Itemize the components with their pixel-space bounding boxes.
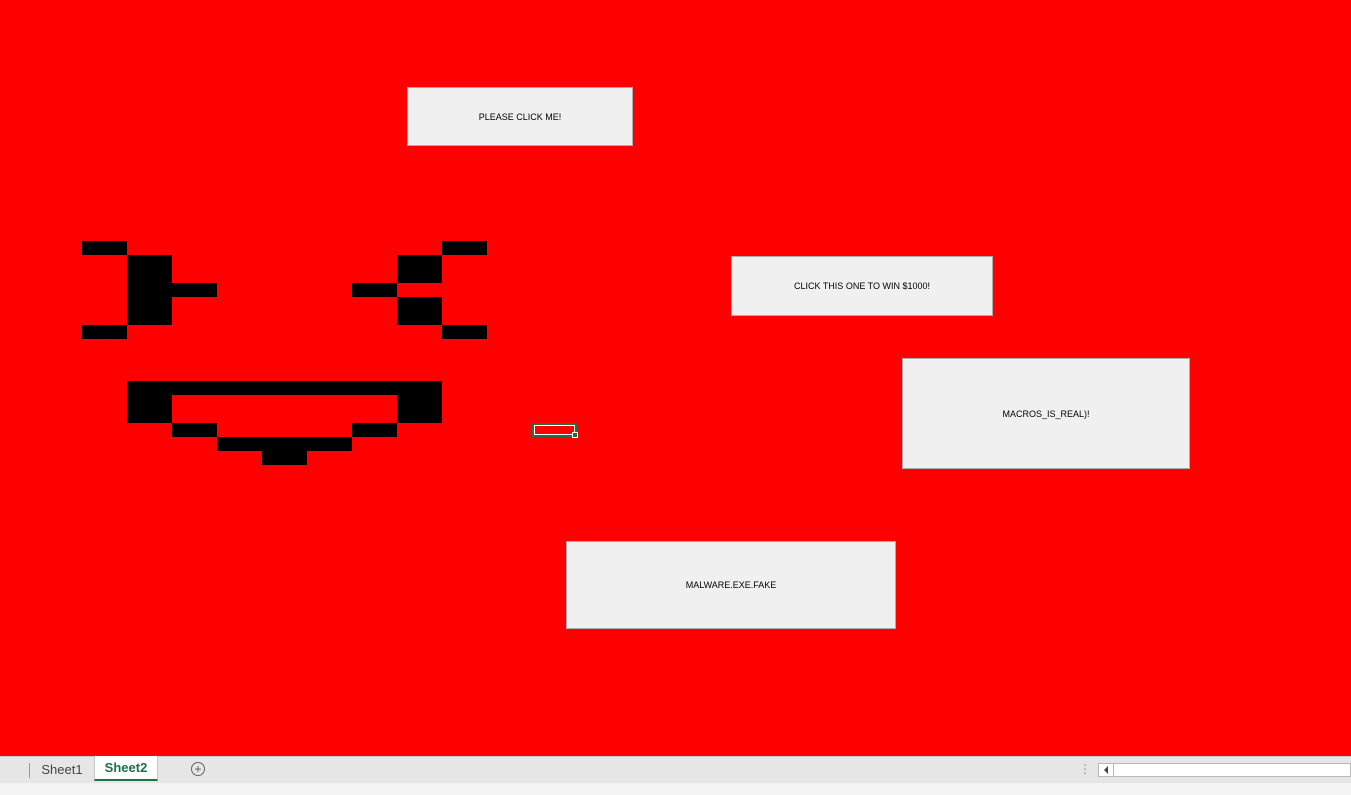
malware-button[interactable]: MALWARE.EXE.FAKE	[566, 541, 896, 629]
mouth-left-corner	[127, 395, 172, 423]
tab-sheet2[interactable]: Sheet2	[94, 756, 158, 781]
right-eye-lower-block	[397, 297, 442, 325]
mouth-top-bar	[127, 381, 442, 395]
mouth-right-step	[352, 423, 397, 437]
status-bar	[0, 783, 1351, 795]
mouth-lower-bar	[217, 437, 352, 451]
left-eye-top-bar	[82, 241, 127, 255]
mouth-bottom-bar	[262, 451, 307, 465]
left-eye-block	[127, 255, 172, 325]
active-cell-selection[interactable]	[532, 423, 578, 438]
mouth-left-step	[172, 423, 217, 437]
sheet-tab-bar: Sheet1 Sheet2 + ⋮	[0, 756, 1351, 783]
horizontal-scrollbar[interactable]	[1098, 763, 1351, 777]
tab-divider	[29, 763, 30, 778]
vertical-dots-icon[interactable]: ⋮	[1079, 762, 1091, 776]
scroll-left-icon[interactable]	[1099, 764, 1114, 776]
left-eye-pupil-bar	[172, 283, 217, 297]
tab-sheet1[interactable]: Sheet1	[32, 757, 92, 781]
macros-button[interactable]: MACROS_IS_REAL)!	[902, 358, 1190, 469]
right-eye-bottom-bar	[442, 325, 487, 339]
right-eye-upper-block	[397, 255, 442, 283]
right-eye-top-bar	[442, 241, 487, 255]
please-click-button[interactable]: PLEASE CLICK ME!	[407, 87, 633, 146]
mouth-right-corner	[397, 395, 442, 423]
worksheet-grid[interactable]: PLEASE CLICK ME! CLICK THIS ONE TO WIN $…	[0, 0, 1351, 756]
left-eye-bottom-bar	[82, 325, 127, 339]
win-1000-button[interactable]: CLICK THIS ONE TO WIN $1000!	[731, 256, 993, 316]
plus-circle-icon[interactable]: +	[191, 762, 205, 776]
active-cell-inner-border	[534, 425, 575, 435]
right-eye-pupil-bar	[352, 283, 397, 297]
